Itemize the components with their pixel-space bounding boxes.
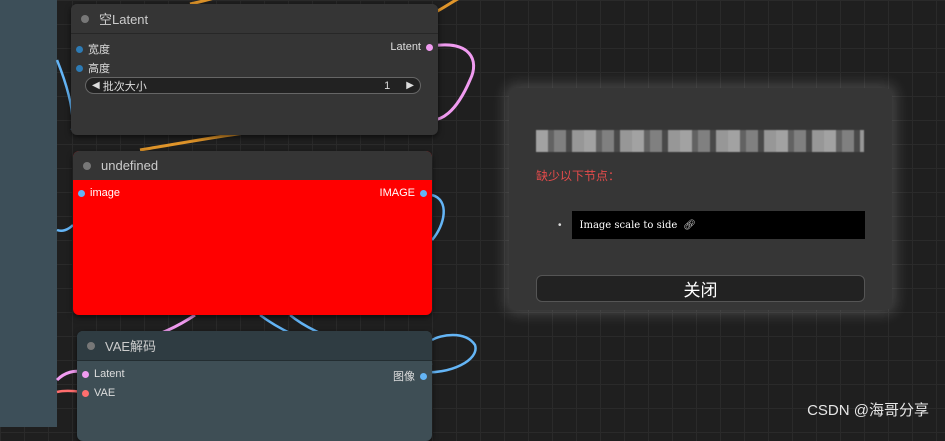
missing-nodes-title: 缺少以下节点：	[536, 169, 621, 183]
collapse-dot-icon[interactable]	[81, 14, 89, 23]
input-slot-height[interactable]: 高度	[76, 60, 110, 76]
slot-dot-icon[interactable]	[82, 370, 89, 378]
slot-label: IMAGE	[379, 187, 415, 199]
slot-label: image	[90, 187, 120, 199]
node-undefined[interactable]: undefined image IMAGE	[73, 151, 432, 315]
slot-dot-icon[interactable]	[426, 43, 433, 51]
missing-node-name: Image scale to side	[579, 219, 678, 231]
output-slot-latent[interactable]: Latent	[390, 41, 433, 53]
slot-dot-icon[interactable]	[76, 64, 83, 72]
input-slot-width[interactable]: 宽度	[76, 41, 110, 57]
slot-dot-icon[interactable]	[420, 372, 427, 380]
slot-dot-icon[interactable]	[76, 45, 83, 53]
bullet-icon: •	[558, 219, 562, 231]
slot-dot-icon[interactable]	[82, 389, 89, 397]
slot-label: Latent	[390, 41, 421, 53]
close-button[interactable]: 关闭	[536, 275, 865, 302]
input-slot-vae[interactable]: VAE	[82, 387, 115, 399]
missing-node-item[interactable]: Image scale to side 🔗︎	[571, 211, 865, 239]
increment-arrow-icon[interactable]: ▶	[406, 80, 414, 91]
slot-dot-icon[interactable]	[420, 189, 427, 197]
widget-value[interactable]: 1	[384, 80, 390, 92]
slot-label: VAE	[94, 387, 116, 399]
missing-nodes-list: • Image scale to side 🔗︎	[558, 211, 865, 239]
blurred-message	[536, 130, 864, 152]
node-title-bar[interactable]: undefined	[73, 151, 432, 180]
decrement-arrow-icon[interactable]: ◀	[92, 80, 100, 91]
input-slot-image[interactable]: image	[78, 187, 120, 199]
slot-label: 高度	[88, 63, 110, 75]
node-title-bar[interactable]: VAE解码	[77, 331, 432, 361]
slot-label: 宽度	[88, 44, 110, 56]
slot-label: Latent	[94, 368, 125, 380]
output-slot-image[interactable]: IMAGE	[380, 187, 427, 199]
node-empty-latent[interactable]: 空Latent 宽度 Latent 高度 ◀ 批次大小 1 ▶	[71, 4, 438, 135]
missing-nodes-dialog: 缺少以下节点： • Image scale to side 🔗︎ 关闭	[509, 88, 892, 310]
collapse-dot-icon[interactable]	[87, 341, 95, 350]
batch-size-widget[interactable]: ◀ 批次大小 1 ▶	[85, 77, 421, 94]
slot-dot-icon[interactable]	[78, 189, 85, 197]
slot-label: 图像	[393, 371, 415, 383]
link-icon[interactable]: 🔗︎	[683, 220, 696, 231]
node-title: undefined	[101, 158, 159, 173]
collapse-dot-icon[interactable]	[83, 161, 91, 170]
input-slot-latent[interactable]: Latent	[82, 368, 125, 380]
widget-label: 批次大小	[102, 80, 147, 93]
node-title: VAE解码	[105, 339, 157, 354]
node-vae-decode[interactable]: VAE解码 Latent 图像 VAE	[77, 331, 432, 441]
node-title-bar[interactable]: 空Latent	[71, 4, 438, 34]
node-title: 空Latent	[99, 12, 149, 27]
output-slot-image[interactable]: 图像	[393, 368, 427, 384]
watermark: CSDN @海哥分享	[807, 402, 929, 419]
